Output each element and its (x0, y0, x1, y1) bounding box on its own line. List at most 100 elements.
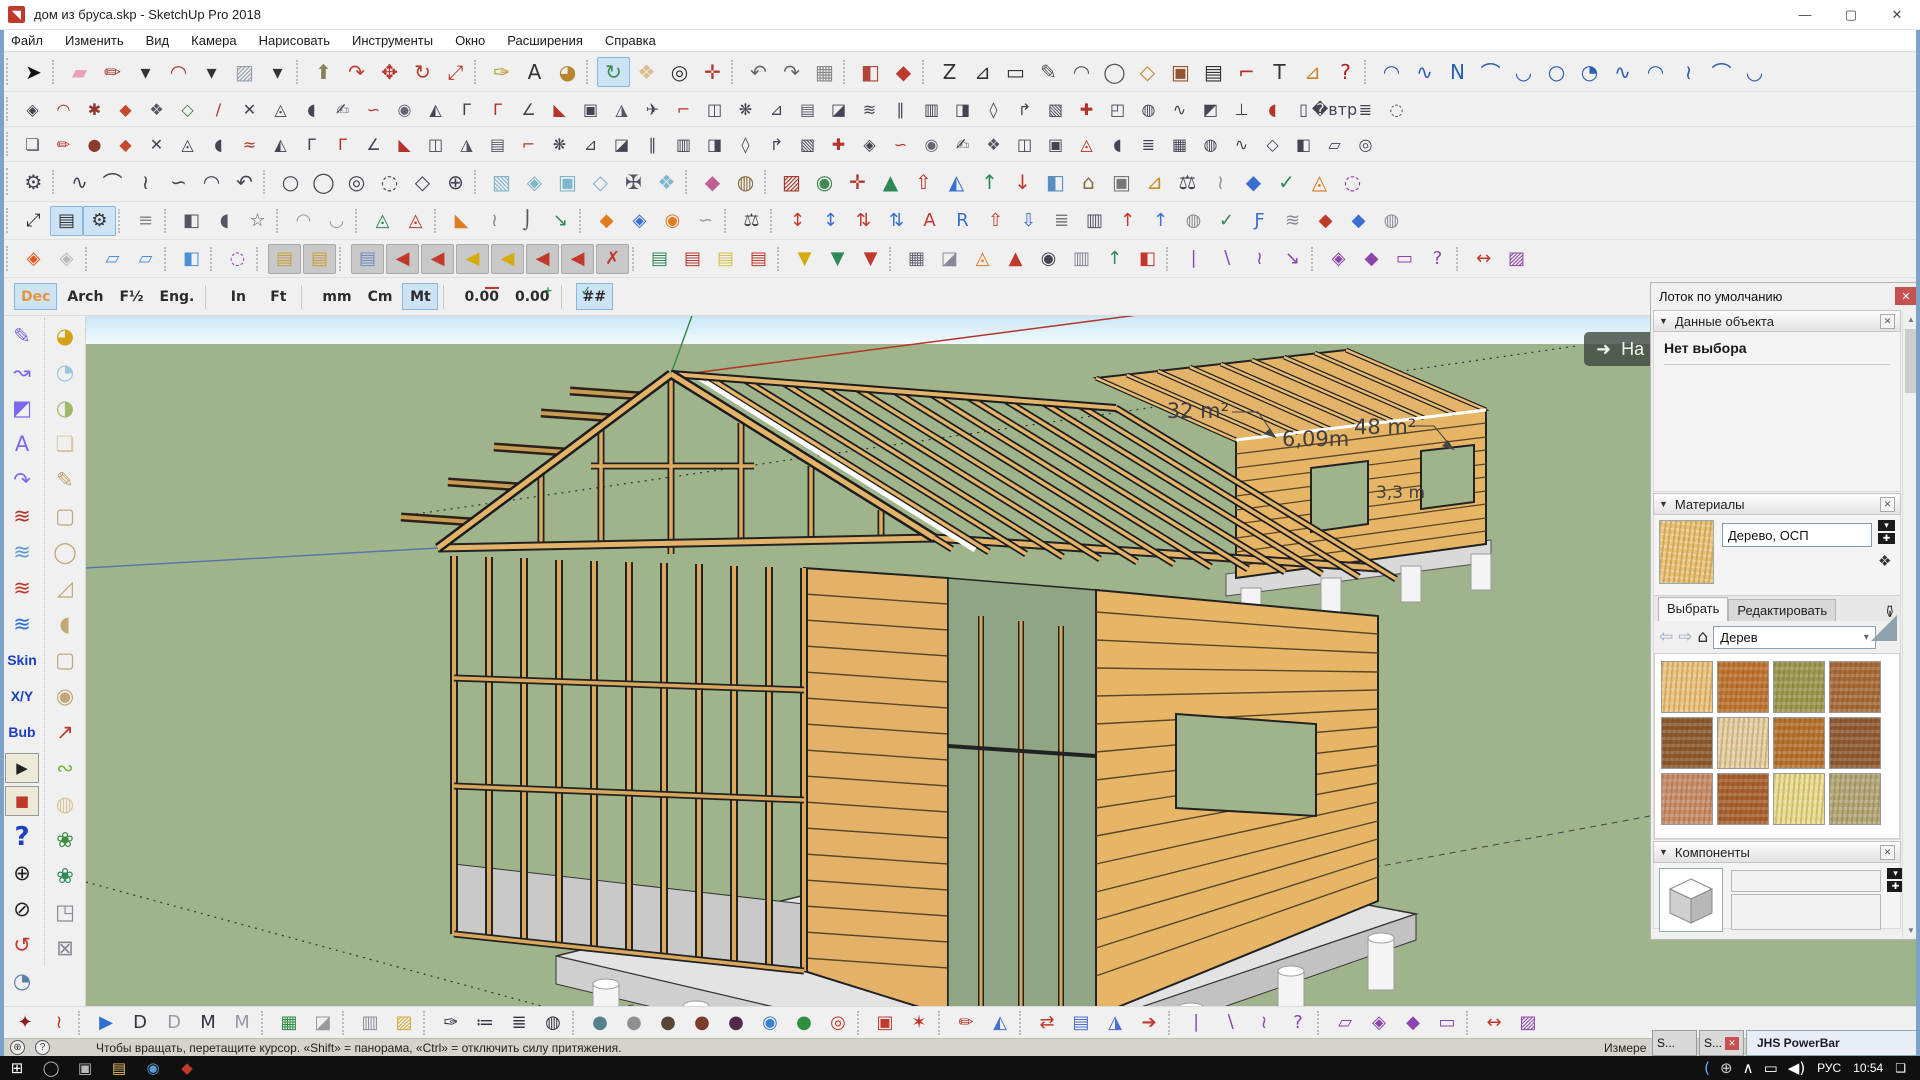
toolbar-icon[interactable]: ▣ (551, 167, 584, 197)
toolbar-icon[interactable]: ▾ (261, 57, 294, 87)
entity-close-icon[interactable]: ✕ (1880, 313, 1895, 329)
toolbar-icon[interactable]: ↘ (544, 206, 577, 236)
toolbar-icon[interactable]: ▰ (63, 57, 96, 87)
toolbar-icon[interactable]: ≋ (2, 606, 42, 642)
toolbar-icon[interactable]: ❏ (45, 426, 85, 462)
toolbar-icon[interactable]: ∖ (1210, 244, 1243, 274)
toolbar-icon[interactable]: ◯ (307, 167, 340, 197)
toolbar-icon[interactable]: ● (651, 1009, 685, 1037)
toolbar-icon[interactable]: ⊥ (1226, 96, 1257, 122)
toolbar-icon[interactable]: ◯ (34, 1056, 68, 1080)
toolbar-icon[interactable]: ◇ (172, 96, 203, 122)
display-pane-icon[interactable]: ▾ (1878, 520, 1895, 531)
toolbar-icon[interactable]: ✏ (949, 1009, 983, 1037)
toolbar-icon[interactable]: ◠ (1639, 57, 1672, 87)
toolbar-icon[interactable]: A (2, 426, 42, 462)
toolbar-icon[interactable]: ≋ (2, 570, 42, 606)
units-button-f½[interactable]: F½ (113, 283, 149, 310)
component-thumbnail[interactable] (1659, 868, 1723, 932)
units-button-mt[interactable]: Mt (402, 283, 439, 310)
back-arrow-icon[interactable]: ⇦ (1659, 627, 1673, 647)
toolbar-icon[interactable]: ↷ (775, 57, 808, 87)
toolbar-icon[interactable]: ◬ (1071, 131, 1102, 157)
toolbar-icon[interactable]: ∿ (63, 167, 96, 197)
toolbar-icon[interactable]: ❖ (141, 96, 172, 122)
toolbar-icon[interactable]: ↗ (45, 714, 85, 750)
toolbar-icon[interactable]: ≈ (234, 131, 265, 157)
toolbar-icon[interactable]: ◧ (854, 57, 887, 87)
toolbar-icon[interactable]: ▤ (351, 243, 384, 274)
toolbar-icon[interactable]: ∽ (689, 206, 722, 236)
toolbar-icon[interactable]: ◠ (162, 57, 195, 87)
toolbar-icon[interactable]: ◡ (320, 206, 353, 236)
toolbar-icon[interactable]: ⬆ (307, 57, 340, 87)
toolbar-icon[interactable]: ◀ (526, 243, 559, 274)
toolbar-icon[interactable]: ▤ (268, 243, 301, 274)
toolbar-icon[interactable]: ≣ (1133, 131, 1164, 157)
toolbar-icon[interactable]: Γ (451, 96, 482, 122)
toolbar-icon[interactable]: ◆ (1355, 244, 1388, 274)
toolbar-icon[interactable]: D (123, 1009, 157, 1037)
toolbar-icon[interactable]: ✏ (48, 131, 79, 157)
toolbar-icon[interactable]: ➤ (17, 57, 50, 87)
toolbar-icon[interactable]: ▥ (668, 131, 699, 157)
toolbar-icon[interactable]: N (1441, 57, 1474, 87)
toolbar-icon[interactable]: ◡ (1738, 57, 1771, 87)
toolbar-icon[interactable]: ◊ (978, 96, 1009, 122)
toolbar-icon[interactable]: ↔ (1477, 1009, 1511, 1037)
toolbar-icon[interactable]: ▤ (792, 96, 823, 122)
toolbar-icon[interactable]: ◍ (1375, 206, 1408, 236)
toolbar-icon[interactable]: ◌ (373, 167, 406, 197)
toolbar-icon[interactable]: ● (583, 1009, 617, 1037)
toolbar-icon[interactable]: ◆ (887, 57, 920, 87)
toolbar-icon[interactable]: ◠ (48, 96, 79, 122)
toolbar-icon[interactable]: ∧ (1743, 1056, 1754, 1080)
toolbar-icon[interactable]: ⚖ (735, 206, 768, 236)
toolbar-icon[interactable]: ▭ (1388, 244, 1421, 274)
material-swatch-8[interactable] (1829, 717, 1881, 769)
toolbar-icon[interactable]: ◖ (1102, 131, 1133, 157)
toolbar-icon[interactable]: ⌂ (1072, 167, 1105, 197)
toolbar-icon[interactable]: ≋ (2, 498, 42, 534)
tab-edit[interactable]: Редактировать (1728, 599, 1837, 621)
toolbar-icon[interactable]: ▦ (808, 57, 841, 87)
toolbar-icon[interactable]: ◇ (1257, 131, 1288, 157)
toolbar-icon[interactable]: ○ (1540, 57, 1573, 87)
toolbar-icon[interactable]: ◆ (170, 1056, 204, 1080)
toolbar-icon[interactable]: M (225, 1009, 259, 1037)
toolbar-icon[interactable]: ▣ (68, 1056, 102, 1080)
toolbar-icon[interactable]: ◭ (265, 131, 296, 157)
toolbar-icon[interactable]: ? (1329, 57, 1362, 87)
toolbar-icon[interactable]: ↝ (2, 354, 42, 390)
material-swatch-5[interactable] (1661, 717, 1713, 769)
material-swatch-4[interactable] (1829, 661, 1881, 713)
toolbar-icon[interactable]: ⌡ (511, 206, 544, 236)
toolbar-icon[interactable]: ◀ (421, 243, 454, 274)
toolbar-icon[interactable]: ▣ (575, 96, 606, 122)
toolbar-icon[interactable]: ↶ (228, 167, 261, 197)
floating-window-s1[interactable]: S... (1652, 1030, 1697, 1056)
toolbar-icon[interactable]: Skin (2, 642, 42, 678)
toolbar-icon[interactable]: ■ (5, 786, 39, 816)
toolbar-icon[interactable]: ◈ (518, 167, 551, 197)
toolbar-icon[interactable]: ◡ (1507, 57, 1540, 87)
toolbar-icon[interactable]: ▨ (1511, 1009, 1545, 1037)
toolbar-icon[interactable]: ⊕ (439, 167, 472, 197)
toolbar-icon[interactable]: ◭ (983, 1009, 1017, 1037)
toolbar-icon[interactable]: ▥ (353, 1009, 387, 1037)
toolbar-icon[interactable]: A (518, 57, 551, 87)
material-swatch-11[interactable] (1773, 773, 1825, 825)
toolbar-icon[interactable]: ◇ (406, 167, 439, 197)
toolbar-icon[interactable]: ≀ (42, 1009, 76, 1037)
toolbar-icon[interactable]: ▦ (1164, 131, 1195, 157)
toolbar-icon[interactable]: ◈ (17, 244, 50, 274)
toolbar-icon[interactable]: ▲ (999, 244, 1032, 274)
toolbar-icon[interactable]: ▱ (1328, 1009, 1362, 1037)
toolbar-icon[interactable]: ≋ (1276, 206, 1309, 236)
toolbar-icon[interactable]: ◪ (306, 1009, 340, 1037)
toolbar-icon[interactable]: ⊿ (1296, 57, 1329, 87)
toolbar-icon[interactable]: ◬ (265, 96, 296, 122)
toolbar-icon[interactable]: ◖ (45, 606, 85, 642)
toolbar-icon[interactable]: ▱ (129, 244, 162, 274)
toolbar-icon[interactable]: ◫ (1009, 131, 1040, 157)
